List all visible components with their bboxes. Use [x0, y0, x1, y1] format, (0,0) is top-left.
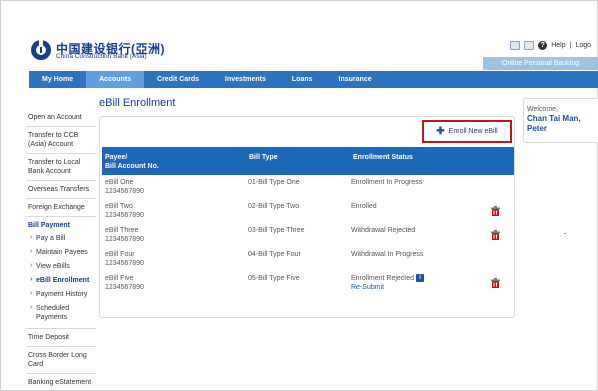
help-link[interactable]: Help: [551, 42, 565, 49]
sidebar-item-time-deposit[interactable]: Time Deposit: [26, 329, 96, 347]
nav-accounts[interactable]: Accounts: [86, 71, 145, 88]
payee-name: eBill Three: [105, 227, 139, 234]
status-text: Enrollment Rejected: [351, 275, 415, 282]
info-icon[interactable]: i: [416, 274, 425, 283]
enroll-new-ebill-button[interactable]: ✚ Enroll New eBill: [422, 120, 512, 143]
sidebar-sub-maintain-payees[interactable]: Maintain Payees: [26, 246, 96, 260]
bill-account-no: 1234567890: [105, 284, 144, 291]
sidebar-sub-view-ebills[interactable]: View eBills: [26, 260, 96, 274]
payee-cell: eBill One 1234567890: [105, 178, 144, 196]
utility-links: ? Help | Logo: [510, 39, 591, 51]
bank-logo[interactable]: 中国建设银行(亞洲) China Construction Bank (Asia…: [30, 39, 180, 63]
payee-name: eBill Two: [105, 203, 133, 210]
nav-credit-cards[interactable]: Credit Cards: [144, 71, 212, 88]
status-cell: Enrollment In Progress: [351, 179, 423, 186]
sidebar-item-fx[interactable]: Foreign Exchange: [26, 199, 96, 217]
table-row: eBill One 1234567890 01-Bill Type One En…: [102, 176, 514, 200]
table-row: eBill Two 1234567890 02-Bill Type Two En…: [102, 200, 514, 224]
plus-icon: ✚: [436, 125, 445, 137]
table-header: Payee/ Bill Account No. Bill Type Enroll…: [102, 147, 514, 175]
bill-type-cell: 04-Bill Type Four: [248, 251, 301, 258]
bill-type-cell: 02-Bill Type Two: [248, 203, 300, 210]
bill-account-no: 1234567890: [105, 212, 144, 219]
payee-cell: eBill Two 1234567890: [105, 202, 144, 220]
separator: |: [569, 41, 572, 49]
sidebar-item-estatement[interactable]: Banking eStatement: [26, 374, 96, 391]
delete-icon[interactable]: [490, 206, 501, 220]
sidebar-sub-ebill-enrollment[interactable]: eBill Enrollment: [26, 274, 96, 288]
sidebar-item-open-account[interactable]: Open an Account: [26, 109, 96, 127]
payee-cell: eBill Four 1234567890: [105, 250, 144, 268]
table-row: eBill Five 1234567890 05-Bill Type Five …: [102, 272, 514, 296]
sidebar-item-transfer-local[interactable]: Transfer to Local Bank Account: [26, 154, 96, 181]
table-row: eBill Three 1234567890 03-Bill Type Thre…: [102, 224, 514, 248]
status-cell: Withdrawal Rejected: [351, 227, 416, 234]
delete-icon[interactable]: [490, 278, 501, 292]
welcome-label: Welcome,: [527, 106, 558, 113]
logout-link[interactable]: Logo: [575, 42, 591, 49]
header-enrollment-status: Enrollment Status: [353, 154, 413, 161]
decorative-dot: [564, 233, 566, 234]
sidebar-item-bill-payment[interactable]: Bill Payment: [26, 217, 96, 232]
main-nav: My Home Accounts Credit Cards Investment…: [29, 71, 598, 88]
bill-account-no: 1234567890: [105, 188, 144, 195]
payee-name: eBill Five: [105, 275, 134, 282]
bill-type-cell: 03-Bill Type Three: [248, 227, 305, 234]
bill-account-no: 1234567890: [105, 236, 144, 243]
status-cell: Enrolled: [351, 203, 377, 210]
nav-loans[interactable]: Loans: [279, 71, 326, 88]
logo-english-name: China Construction Bank (Asia): [56, 53, 147, 60]
welcome-box: Welcome, Chan Tai Man, Peter: [523, 98, 598, 143]
status-cell: Withdrawal In Progress: [351, 251, 424, 258]
user-name: Chan Tai Man, Peter: [527, 114, 581, 133]
delete-icon[interactable]: [490, 230, 501, 244]
bill-type-cell: 05-Bill Type Five: [248, 275, 300, 282]
payee-name: eBill Four: [105, 251, 135, 258]
sidebar-item-transfer-ccb[interactable]: Transfer to CCB (Asia) Account: [26, 127, 96, 154]
nav-insurance[interactable]: Insurance: [326, 71, 385, 88]
payee-cell: eBill Three 1234567890: [105, 226, 144, 244]
sidebar-sub-payment-history[interactable]: Payment History: [26, 288, 96, 302]
resubmit-link[interactable]: Re-Submit: [351, 283, 424, 292]
table-row: eBill Four 1234567890 04-Bill Type Four …: [102, 248, 514, 272]
payee-cell: eBill Five 1234567890: [105, 274, 144, 292]
header-bill-type: Bill Type: [249, 154, 278, 161]
print-icon[interactable]: [524, 40, 535, 50]
bill-account-no: 1234567890: [105, 260, 144, 267]
help-icon[interactable]: ?: [538, 40, 548, 50]
page-title: eBill Enrollment: [99, 97, 176, 109]
sidebar-sub-pay-bill[interactable]: Pay a Bill: [26, 232, 96, 246]
online-banking-tab: Online Personal Banking: [483, 57, 598, 70]
ccb-logo-icon: [31, 39, 51, 60]
sidebar-sub-scheduled-payments[interactable]: Scheduled Payments: [26, 302, 96, 329]
header-payee: Payee/ Bill Account No.: [105, 154, 159, 170]
sidebar: Open an Account Transfer to CCB (Asia) A…: [26, 109, 96, 391]
font-size-icon[interactable]: [510, 40, 521, 50]
nav-investments[interactable]: Investments: [212, 71, 279, 88]
page-frame: 中国建设银行(亞洲) China Construction Bank (Asia…: [0, 0, 598, 391]
status-cell: Enrollment Rejected i Re-Submit: [351, 274, 425, 292]
sidebar-item-overseas[interactable]: Overseas Transfers: [26, 181, 96, 199]
enroll-button-label: Enroll New eBill: [448, 128, 498, 135]
sidebar-item-cross-border[interactable]: Cross Border Long Card: [26, 347, 96, 374]
bill-type-cell: 01-Bill Type One: [248, 179, 300, 186]
nav-my-home[interactable]: My Home: [29, 71, 86, 88]
payee-name: eBill One: [105, 179, 134, 186]
